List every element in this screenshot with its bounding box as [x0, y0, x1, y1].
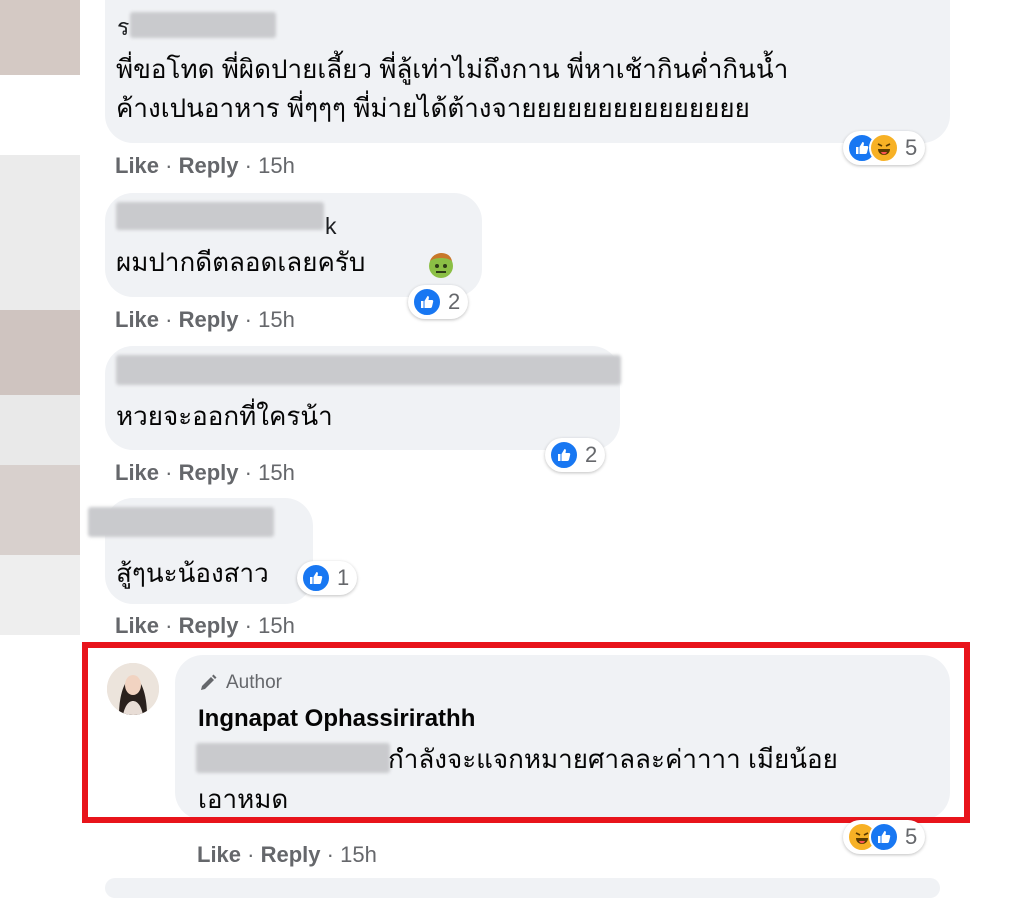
like-reaction-icon: [301, 563, 331, 593]
reply-link[interactable]: Reply: [179, 153, 239, 178]
reaction-summary[interactable]: 5: [843, 820, 926, 854]
timestamp[interactable]: 15h: [258, 307, 295, 332]
reaction-summary[interactable]: 2: [408, 285, 469, 319]
reply-link[interactable]: Reply: [179, 613, 239, 638]
separator: ·: [165, 153, 173, 178]
blurred-commenter-name: [116, 202, 324, 230]
comment-actions: Like · Reply · 15h: [115, 307, 295, 333]
comment-actions: Like · Reply · 15h: [115, 613, 295, 639]
like-link[interactable]: Like: [115, 153, 159, 178]
comment-text-line: ผมปากดีตลอดเลยครับ: [116, 247, 366, 277]
like-link[interactable]: Like: [115, 307, 159, 332]
reply-link[interactable]: Reply: [261, 842, 321, 867]
comment-actions: Like · Reply · 15h: [115, 153, 295, 179]
next-comment-bubble: [105, 878, 940, 898]
timestamp[interactable]: 15h: [258, 613, 295, 638]
left-background-strip: [0, 0, 80, 635]
reaction-summary[interactable]: 5: [843, 131, 926, 165]
reaction-count: 2: [448, 289, 461, 314]
like-reaction-icon: [869, 822, 899, 852]
comment-actions: Like · Reply · 15h: [197, 842, 377, 868]
commenter-name-fragment: ร: [117, 14, 130, 40]
timestamp[interactable]: 15h: [258, 460, 295, 485]
separator: ·: [326, 842, 334, 867]
like-link[interactable]: Like: [197, 842, 241, 867]
separator: ·: [247, 842, 255, 867]
like-link[interactable]: Like: [115, 613, 159, 638]
reaction-count: 5: [905, 135, 918, 160]
reaction-count: 2: [585, 442, 598, 467]
commenter-name-fragment: k: [325, 213, 337, 239]
timestamp[interactable]: 15h: [258, 153, 295, 178]
comment-text-line: พี่ขอโทด พี่ผิดปายเลี้ยว พี่ลู้เท่าไม่ถึ…: [116, 54, 789, 84]
zombie-emoji: [427, 251, 455, 279]
separator: ·: [244, 460, 252, 485]
like-link[interactable]: Like: [115, 460, 159, 485]
separator: ·: [244, 613, 252, 638]
separator: ·: [165, 307, 173, 332]
reply-link[interactable]: Reply: [179, 307, 239, 332]
like-reaction-icon: [549, 440, 579, 470]
like-reaction-icon: [412, 287, 442, 317]
reaction-count: 5: [905, 824, 918, 849]
comment-text-line: สู้ๆนะน้องสาว: [116, 558, 269, 588]
separator: ·: [165, 460, 173, 485]
separator: ·: [165, 613, 173, 638]
comment-text-line: หวยจะออกที่ใครน้า: [116, 401, 333, 431]
reaction-summary[interactable]: 1: [297, 561, 358, 595]
blurred-commenter-name: [88, 507, 274, 537]
reaction-summary[interactable]: 2: [545, 438, 606, 472]
haha-reaction-icon: [869, 133, 899, 163]
timestamp[interactable]: 15h: [340, 842, 377, 867]
comment-text-line: ค้างเปนอาหาร พี่ๆๆๆ พี่ม่ายได้ต้างจายยยย…: [116, 93, 750, 123]
reaction-count: 1: [337, 565, 350, 590]
separator: ·: [244, 153, 252, 178]
blurred-commenter-name: [130, 12, 276, 38]
comment-actions: Like · Reply · 15h: [115, 460, 295, 486]
separator: ·: [244, 307, 252, 332]
blurred-commenter-name: [116, 355, 621, 385]
highlight-box: [82, 642, 970, 823]
reply-link[interactable]: Reply: [179, 460, 239, 485]
